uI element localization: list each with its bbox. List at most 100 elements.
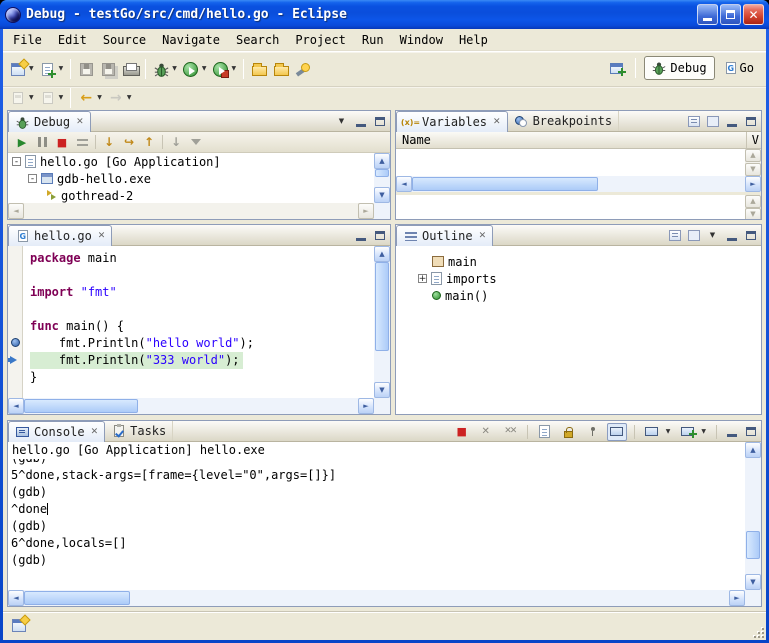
code-editor-area[interactable]: package main import "fmt" func main() { … <box>24 246 374 398</box>
pin-console-button[interactable] <box>583 423 603 441</box>
window-maximize-button[interactable] <box>720 4 741 25</box>
close-icon[interactable]: ✕ <box>493 118 501 127</box>
perspective-debug-button[interactable]: Debug <box>644 56 714 80</box>
dropdown-icon[interactable]: ▼ <box>666 429 671 435</box>
clear-console-button[interactable] <box>535 423 555 441</box>
new-wizard-button[interactable] <box>7 57 29 81</box>
name-column-header[interactable]: Name <box>402 133 431 147</box>
dropdown-icon[interactable]: ▼ <box>29 66 34 72</box>
open-type-button[interactable] <box>248 57 270 81</box>
outline-item-main-func[interactable]: main() <box>396 287 761 304</box>
step-into-button[interactable]: ↓ <box>99 133 119 151</box>
terminate-button[interactable]: ■ <box>452 423 472 441</box>
horizontal-scrollbar[interactable]: ◄ ► <box>396 176 761 192</box>
view-menu-icon[interactable]: ▼ <box>334 114 349 129</box>
scrollbar-track[interactable] <box>412 176 745 192</box>
minimize-view-button[interactable] <box>724 114 739 129</box>
debug-launch-button[interactable] <box>150 57 172 81</box>
scrollbar-thumb[interactable] <box>375 169 389 177</box>
maximize-view-button[interactable] <box>372 114 387 129</box>
maximize-view-button[interactable] <box>372 228 387 243</box>
open-perspective-button[interactable] <box>605 56 627 80</box>
save-all-button[interactable] <box>97 57 119 81</box>
scroll-up-button[interactable]: ▲ <box>745 195 761 208</box>
scrollbar-track[interactable] <box>24 398 358 414</box>
step-return-button[interactable]: ↑ <box>139 133 159 151</box>
scroll-down-button[interactable]: ▼ <box>374 382 390 398</box>
vertical-scrollbar[interactable]: ▲ ▼ <box>745 195 761 219</box>
menu-edit[interactable]: Edit <box>50 29 95 51</box>
scroll-up-button[interactable]: ▲ <box>745 149 761 162</box>
scroll-down-button[interactable]: ▼ <box>374 187 390 203</box>
menu-help[interactable]: Help <box>451 29 496 51</box>
scroll-lock-button[interactable] <box>559 423 579 441</box>
scroll-down-button[interactable]: ▼ <box>745 163 761 176</box>
scroll-down-button[interactable]: ▼ <box>745 574 761 590</box>
vertical-scrollbar[interactable]: ▲ ▼ <box>374 153 390 203</box>
open-resource-button[interactable] <box>270 57 292 81</box>
dropdown-icon[interactable]: ▼ <box>59 66 64 72</box>
scrollbar-thumb[interactable] <box>24 591 130 605</box>
maximize-view-button[interactable] <box>743 114 758 129</box>
search-button[interactable] <box>292 57 314 81</box>
vertical-scrollbar[interactable]: ▲ ▼ <box>745 149 761 176</box>
expander-icon[interactable]: + <box>418 274 427 283</box>
variables-tree[interactable]: ▲ ▼ <box>396 149 761 176</box>
scrollbar-track[interactable] <box>374 262 390 382</box>
tab-console[interactable]: Console ✕ <box>8 421 105 442</box>
vertical-scrollbar[interactable]: ▲ ▼ <box>745 442 761 590</box>
tab-breakpoints[interactable]: Breakpoints <box>508 111 619 131</box>
dropdown-icon[interactable]: ▼ <box>97 95 102 101</box>
debug-tree[interactable]: - hello.go [Go Application] - gdb-hello.… <box>8 153 390 219</box>
outline-tree[interactable]: main + imports main() <box>396 246 761 414</box>
external-tools-button[interactable] <box>210 57 232 81</box>
menu-window[interactable]: Window <box>392 29 451 51</box>
variables-column-header[interactable]: Name V <box>396 132 761 149</box>
outline-item-package[interactable]: main <box>396 253 761 270</box>
tab-hello-go[interactable]: G hello.go ✕ <box>8 225 112 246</box>
editor-marker-ruler[interactable] <box>8 246 23 398</box>
step-over-button[interactable]: ↪ <box>119 133 139 151</box>
minimize-view-button[interactable] <box>724 424 739 439</box>
suspend-button[interactable] <box>32 133 52 151</box>
value-column-header[interactable]: V <box>752 133 759 147</box>
resume-button[interactable]: ▶ <box>12 133 32 151</box>
close-icon[interactable]: ✕ <box>479 232 487 241</box>
resize-grip[interactable] <box>751 625 764 638</box>
print-button[interactable] <box>119 57 141 81</box>
maximize-view-button[interactable] <box>743 228 758 243</box>
close-icon[interactable]: ✕ <box>76 118 84 127</box>
forward-button[interactable]: → <box>105 88 127 108</box>
show-console-on-output-button[interactable] <box>607 423 627 441</box>
remove-all-launches-button[interactable]: ✕✕ <box>500 423 520 441</box>
scroll-right-button[interactable]: ► <box>358 203 374 219</box>
horizontal-scrollbar[interactable]: ◄ ► <box>8 203 374 219</box>
scroll-left-button[interactable]: ◄ <box>8 203 24 219</box>
outline-item-imports[interactable]: + imports <box>396 270 761 287</box>
expander-icon[interactable]: - <box>28 174 37 183</box>
menu-search[interactable]: Search <box>228 29 287 51</box>
scroll-up-button[interactable]: ▲ <box>374 246 390 262</box>
perspective-go-button[interactable]: G Go <box>719 56 761 80</box>
vertical-scrollbar[interactable]: ▲ ▼ <box>374 246 390 398</box>
next-annotation-button[interactable] <box>7 88 29 108</box>
close-icon[interactable]: ✕ <box>98 232 106 241</box>
menu-navigate[interactable]: Navigate <box>154 29 228 51</box>
maximize-view-button[interactable] <box>743 424 758 439</box>
tab-variables[interactable]: (x)= Variables ✕ <box>396 111 508 132</box>
tree-item-launch[interactable]: - hello.go [Go Application] <box>8 153 390 170</box>
fast-view-button[interactable] <box>9 616 29 634</box>
window-minimize-button[interactable] <box>697 4 718 25</box>
scrollbar-track[interactable] <box>24 203 358 219</box>
scrollbar-thumb[interactable] <box>412 177 598 191</box>
tree-item-thread[interactable]: gothread-2 <box>8 187 390 204</box>
dropdown-icon[interactable]: ▼ <box>701 429 706 435</box>
new-element-button[interactable] <box>37 57 59 81</box>
variables-detail-pane[interactable]: ▲ ▼ <box>396 195 761 219</box>
scroll-left-button[interactable]: ◄ <box>8 398 24 414</box>
dropdown-icon[interactable]: ▼ <box>232 66 237 72</box>
remove-launch-button[interactable]: ✕ <box>476 423 496 441</box>
expander-icon[interactable]: - <box>12 157 21 166</box>
scroll-up-button[interactable]: ▲ <box>374 153 390 169</box>
titlebar[interactable]: Debug - testGo/src/cmd/hello.go - Eclips… <box>0 0 769 29</box>
